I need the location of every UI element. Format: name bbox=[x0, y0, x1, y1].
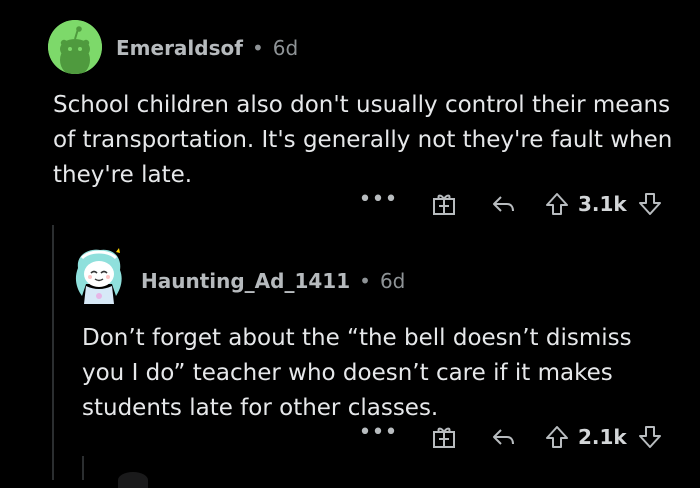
upvote-arrow-icon bbox=[546, 426, 568, 448]
meta-separator: • bbox=[251, 36, 264, 60]
comment-body: School children also don't usually contr… bbox=[53, 92, 673, 188]
nested-thread-line[interactable] bbox=[82, 456, 84, 480]
comment-meta: Emeraldsof • 6d bbox=[116, 36, 298, 60]
comment-actions: ••• 3.1k bbox=[359, 187, 663, 220]
gift-award-icon bbox=[433, 194, 455, 215]
downvote-arrow-icon bbox=[638, 193, 661, 215]
downvote-button[interactable] bbox=[637, 425, 663, 449]
comment-body: Don’t forget about the “the bell doesn’t… bbox=[82, 325, 632, 421]
user-avatar[interactable] bbox=[48, 20, 102, 74]
comment-actions: ••• 2.1k bbox=[359, 420, 663, 453]
downvote-button[interactable] bbox=[637, 192, 663, 216]
next-comment-avatar bbox=[118, 472, 148, 488]
user-avatar[interactable] bbox=[72, 246, 126, 306]
comment-meta: Haunting_Ad_1411 • 6d bbox=[141, 269, 405, 293]
comment-age: 6d bbox=[379, 269, 406, 293]
upvote-button[interactable] bbox=[544, 192, 570, 216]
reply-arrow-icon bbox=[493, 429, 514, 445]
comment: Emeraldsof • 6d School children also don… bbox=[0, 0, 700, 225]
comment-age: 6d bbox=[272, 36, 299, 60]
more-options-button[interactable]: ••• bbox=[359, 420, 398, 445]
snoo-avatar-icon bbox=[48, 20, 102, 74]
upvote-button[interactable] bbox=[544, 425, 570, 449]
gift-award-icon bbox=[433, 427, 455, 448]
username[interactable]: Haunting_Ad_1411 bbox=[141, 269, 350, 293]
award-button[interactable] bbox=[430, 424, 458, 450]
username[interactable]: Emeraldsof bbox=[116, 36, 243, 60]
vote-score: 3.1k bbox=[578, 192, 627, 216]
vote-score: 2.1k bbox=[578, 425, 627, 449]
reply-comment: Haunting_Ad_1411 • 6d Don’t forget about… bbox=[0, 225, 700, 480]
meta-separator: • bbox=[359, 269, 371, 293]
upvote-arrow-icon bbox=[546, 193, 568, 215]
award-button[interactable] bbox=[430, 191, 458, 217]
reply-button[interactable] bbox=[490, 193, 518, 215]
reply-button[interactable] bbox=[490, 426, 518, 448]
reply-arrow-icon bbox=[493, 196, 514, 212]
snoo-avatar-icon bbox=[75, 248, 122, 304]
more-options-button[interactable]: ••• bbox=[359, 187, 398, 212]
downvote-arrow-icon bbox=[638, 426, 661, 448]
